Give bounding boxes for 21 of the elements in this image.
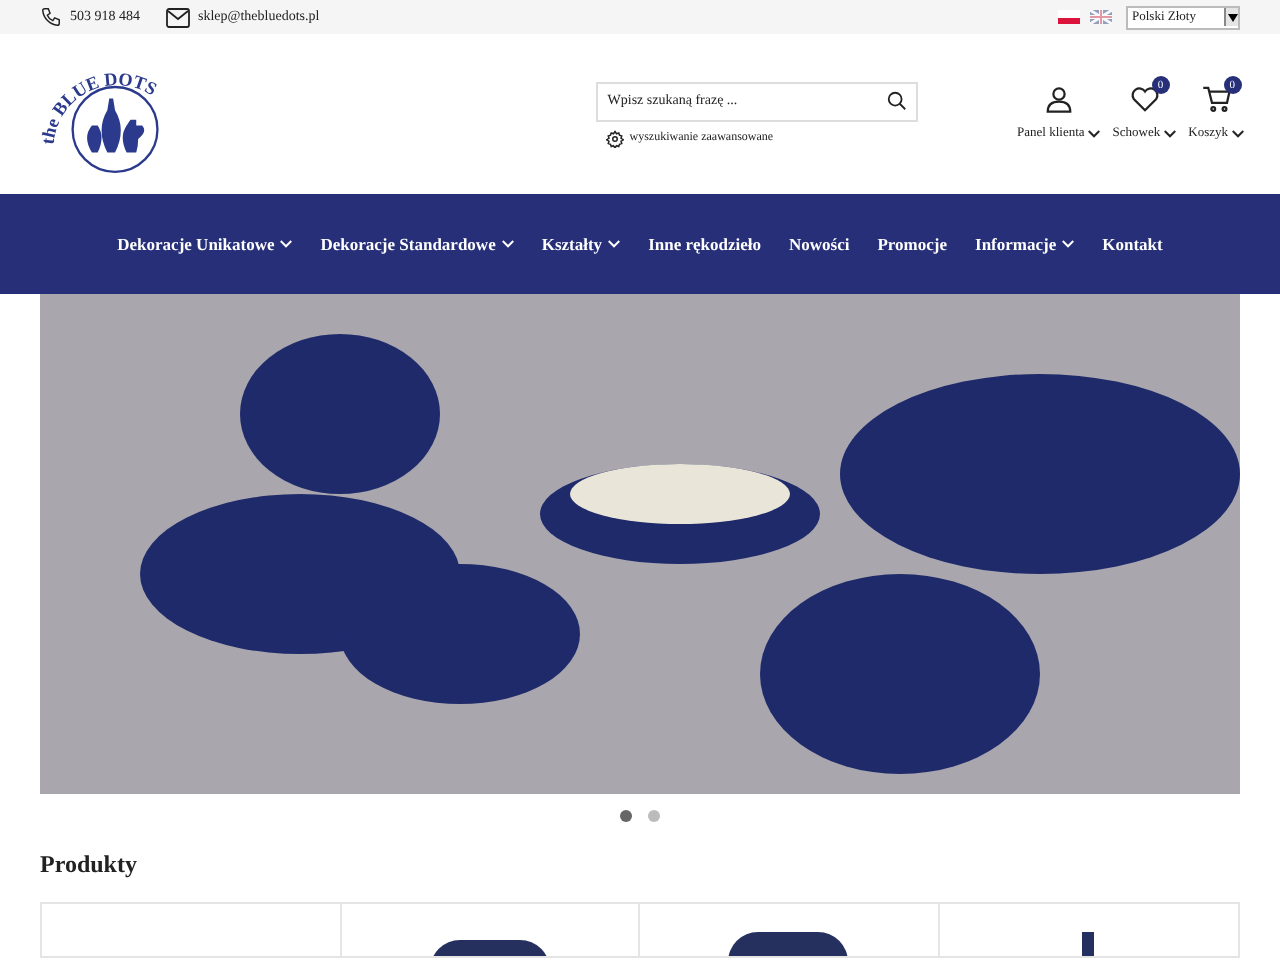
chevron-down-icon	[1164, 130, 1177, 138]
nav-link[interactable]: Dekoracje Standardowe	[320, 231, 514, 257]
heart-icon[interactable]	[1129, 84, 1160, 115]
user-icon[interactable]	[1043, 84, 1074, 115]
chevron-down-icon	[1232, 130, 1244, 138]
envelope-icon	[166, 7, 190, 27]
chevron-down-icon	[1088, 130, 1101, 138]
nav-link[interactable]: Kontakt	[1102, 231, 1163, 257]
nav-link[interactable]: Kształty	[541, 231, 621, 257]
nav-link[interactable]: Promocje	[877, 231, 948, 257]
gear-icon	[605, 129, 624, 147]
search-icon[interactable]	[885, 90, 908, 112]
nav-link[interactable]: Dekoracje Unikatowe	[117, 231, 293, 257]
nav-link[interactable]: Informacje	[975, 231, 1075, 257]
nav-link[interactable]: Nowości	[789, 231, 850, 257]
cart-icon[interactable]	[1201, 84, 1232, 115]
nav-link[interactable]: Inne rękodzieło	[648, 231, 761, 257]
section-title: Produkty	[40, 848, 139, 882]
phone-icon	[40, 6, 62, 28]
flag-icon[interactable]	[1058, 10, 1080, 24]
dropdown-arrow-icon	[1224, 8, 1238, 26]
